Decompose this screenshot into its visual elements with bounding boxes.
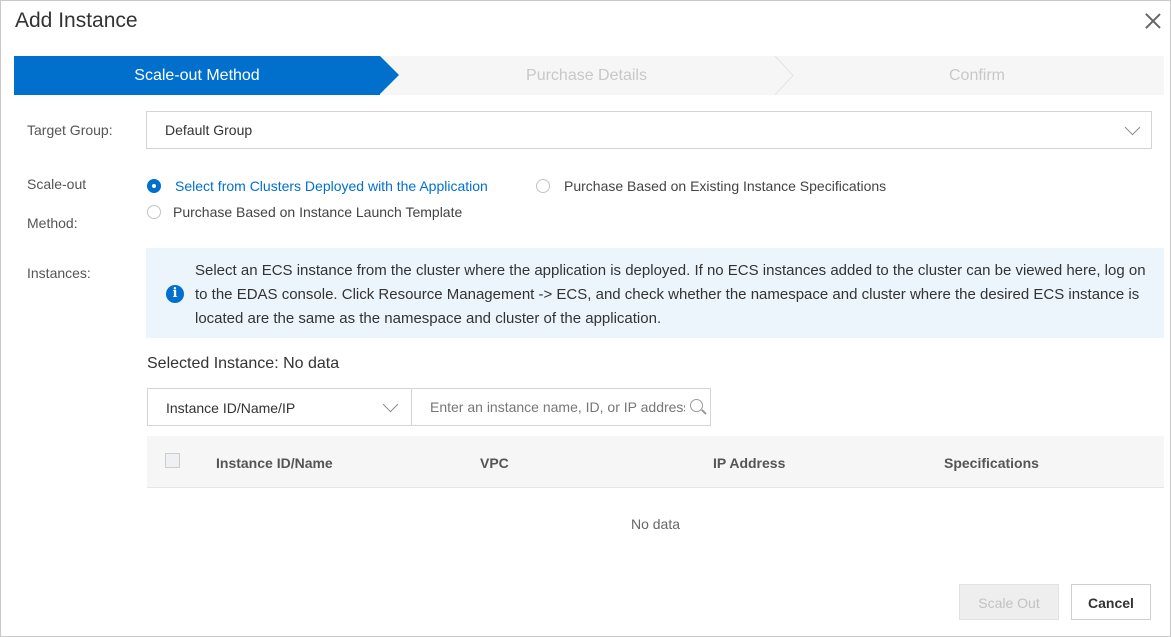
target-group-select[interactable]: Default Group [146,111,1152,149]
dialog-title: Add Instance [15,9,138,32]
column-vpc: VPC [480,455,509,471]
filter-field-value: Instance ID/Name/IP [166,400,296,416]
instances-label: Instances: [27,265,91,281]
method-radio-clusters[interactable]: Select from Clusters Deployed with the A… [147,178,488,194]
selected-instance-summary: Selected Instance: No data [147,355,340,372]
filter-field-select[interactable]: Instance ID/Name/IP [147,388,412,426]
scale-out-button[interactable]: Scale Out [959,584,1059,620]
scaleout-method-label-line2: Method: [27,215,78,231]
step-separator-icon [774,56,794,95]
instance-search-input[interactable] [412,389,685,425]
chevron-down-icon [1124,119,1141,136]
add-instance-dialog: Add Instance Scale-out Method Purchase D… [0,0,1171,637]
info-icon: i [166,285,184,303]
radio-checked-icon [147,179,161,193]
method-radio-label: Select from Clusters Deployed with the A… [175,178,488,194]
scaleout-method-label-line1: Scale-out [27,176,87,192]
instance-search-box [411,388,711,426]
chevron-down-icon [382,396,399,413]
method-radio-label: Purchase Based on Instance Launch Templa… [173,204,463,220]
step-purchase-details: Purchase Details [526,67,647,84]
radio-unchecked-icon [147,205,161,219]
table-header: Instance ID/Name VPC IP Address Specific… [147,436,1164,488]
cancel-button[interactable]: Cancel [1071,584,1151,620]
method-radio-existing-specs[interactable]: Purchase Based on Existing Instance Spec… [536,178,886,194]
target-group-value: Default Group [165,122,253,138]
info-notice: i Select an ECS instance from the cluste… [146,248,1164,338]
column-specifications: Specifications [944,455,1039,471]
step-scaleout-method: Scale-out Method [14,56,399,95]
select-all-checkbox[interactable] [165,453,180,468]
table-empty-text: No data [630,516,681,532]
target-group-label: Target Group: [27,122,113,138]
notice-text: Select an ECS instance from the cluster … [195,262,1146,327]
step-confirm: Confirm [948,67,1005,84]
radio-unchecked-icon [536,179,550,193]
column-instance-id-name: Instance ID/Name [216,455,333,471]
close-icon[interactable] [1142,10,1164,32]
column-ip-address: IP Address [713,455,786,471]
search-icon[interactable] [690,399,703,412]
method-radio-label: Purchase Based on Existing Instance Spec… [564,178,887,194]
step-indicator: Scale-out Method Purchase Details Confir… [14,56,1164,95]
method-radio-launch-template[interactable]: Purchase Based on Instance Launch Templa… [147,204,462,220]
